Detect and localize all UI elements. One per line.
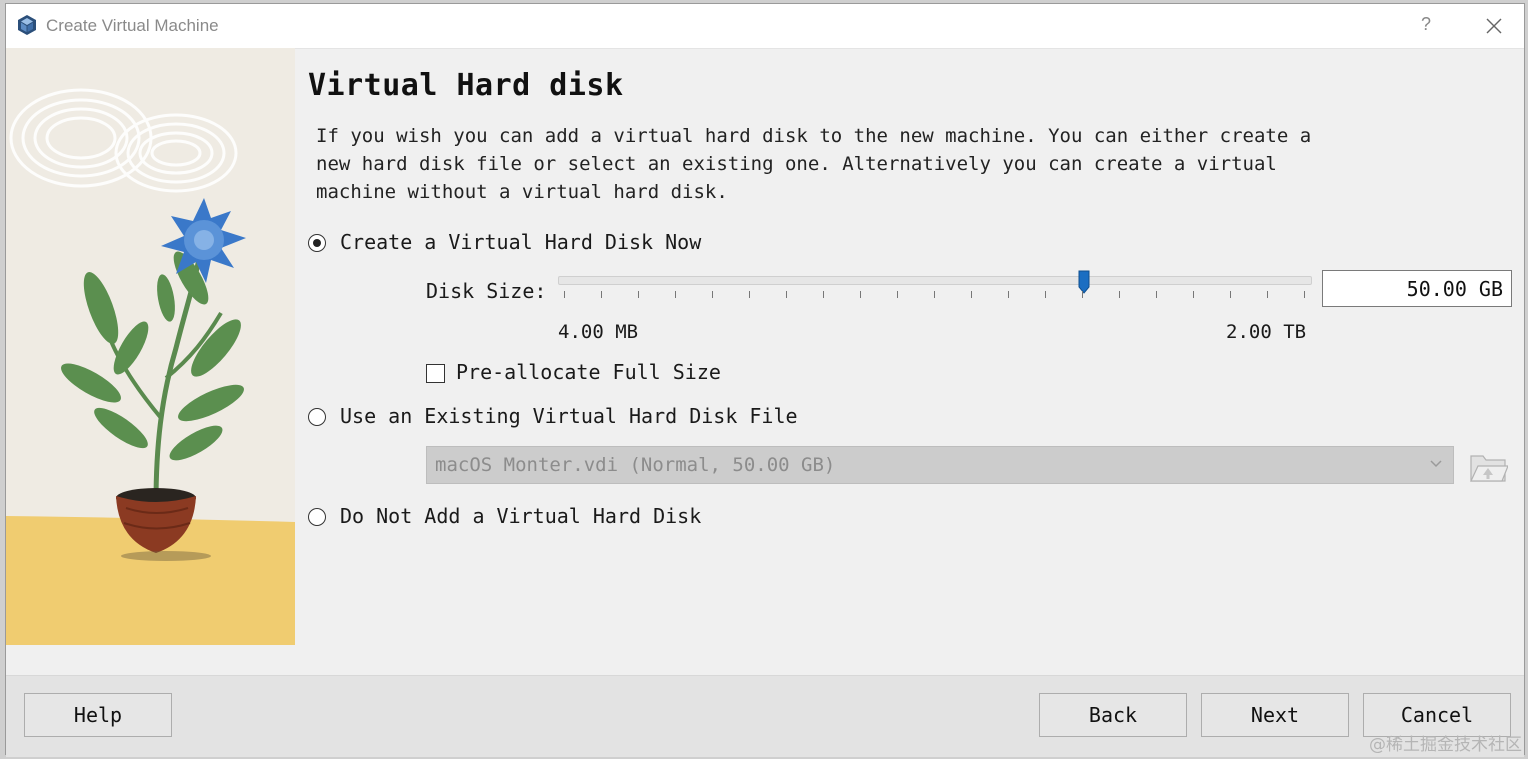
- slider-tick: [749, 291, 750, 298]
- slider-ticks: [558, 291, 1310, 303]
- preallocate-checkbox[interactable]: [426, 364, 445, 383]
- radio-use-existing[interactable]: [308, 408, 326, 426]
- wizard-page: Virtual Hard disk If you wish you can ad…: [6, 48, 1524, 675]
- disk-size-slider[interactable]: [558, 276, 1312, 285]
- slider-tick: [638, 291, 639, 298]
- slider-tick: [1082, 291, 1083, 298]
- slider-tick: [934, 291, 935, 298]
- virtualbox-cube-icon: [18, 15, 36, 35]
- slider-tick: [1045, 291, 1046, 298]
- back-button[interactable]: Back: [1039, 693, 1187, 737]
- help-button[interactable]: Help: [24, 693, 172, 737]
- page-title: Virtual Hard disk: [308, 68, 624, 103]
- slider-tick: [1230, 291, 1231, 298]
- radio-create-now-label[interactable]: Create a Virtual Hard Disk Now: [340, 230, 701, 254]
- radio-create-now[interactable]: [308, 234, 326, 252]
- existing-disk-value: macOS Monter.vdi (Normal, 50.00 GB): [435, 454, 836, 476]
- dialog-footer: Help Back Next Cancel: [6, 675, 1524, 757]
- watermark: @稀土掘金技术社区: [1369, 735, 1522, 755]
- slider-tick: [1008, 291, 1009, 298]
- radio-use-existing-label[interactable]: Use an Existing Virtual Hard Disk File: [340, 404, 798, 428]
- disk-size-label: Disk Size:: [426, 279, 547, 303]
- choose-disk-folder-icon[interactable]: [1468, 448, 1508, 484]
- next-button[interactable]: Next: [1201, 693, 1349, 737]
- page-description: If you wish you can add a virtual hard d…: [316, 125, 1312, 203]
- slider-tick: [971, 291, 972, 298]
- slider-tick: [564, 291, 565, 298]
- slider-max-label: 2.00 TB: [1226, 321, 1307, 343]
- slider-min-label: 4.00 MB: [558, 321, 639, 343]
- slider-tick: [860, 291, 861, 298]
- slider-tick: [1156, 291, 1157, 298]
- slider-tick: [897, 291, 898, 298]
- title-bar: Create Virtual Machine ?: [6, 4, 1524, 49]
- help-question-button[interactable]: ?: [1414, 14, 1438, 35]
- slider-tick: [786, 291, 787, 298]
- radio-no-disk[interactable]: [308, 508, 326, 526]
- slider-tick: [823, 291, 824, 298]
- slider-tick: [601, 291, 602, 298]
- slider-tick: [1267, 291, 1268, 298]
- window-title: Create Virtual Machine: [46, 16, 219, 35]
- close-icon[interactable]: [1484, 16, 1504, 36]
- slider-tick: [1304, 291, 1305, 298]
- slider-tick: [675, 291, 676, 298]
- radio-no-disk-label[interactable]: Do Not Add a Virtual Hard Disk: [340, 504, 701, 528]
- slider-tick: [1193, 291, 1194, 298]
- slider-tick: [1119, 291, 1120, 298]
- preallocate-label[interactable]: Pre-allocate Full Size: [456, 360, 721, 384]
- disk-size-input[interactable]: [1322, 270, 1512, 307]
- chevron-down-icon: [1430, 460, 1442, 468]
- create-vm-dialog: Create Virtual Machine ? Virtual Hard di…: [5, 3, 1525, 757]
- existing-disk-select[interactable]: macOS Monter.vdi (Normal, 50.00 GB): [426, 446, 1454, 484]
- slider-tick: [712, 291, 713, 298]
